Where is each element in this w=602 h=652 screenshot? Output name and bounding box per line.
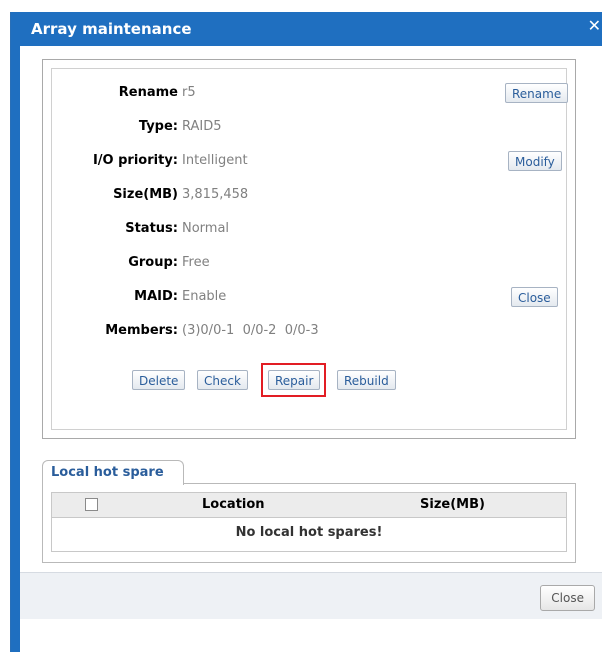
status-value: Normal — [182, 221, 230, 236]
table-header: Location Size(MB) — [52, 493, 566, 518]
rename-button[interactable]: Rename — [505, 83, 569, 103]
maid-label: MAID: — [134, 289, 178, 304]
maid-value: Enable — [182, 289, 227, 304]
select-all-checkbox[interactable] — [85, 498, 98, 511]
rename-value: r5 — [182, 85, 196, 100]
modify-button[interactable]: Modify — [508, 151, 562, 171]
close-x-icon[interactable]: ✕ — [588, 16, 601, 35]
rename-label: Rename — [118, 85, 178, 100]
hot-spare-table: Location Size(MB) No local hot spares! — [51, 492, 567, 552]
io-priority-value: Intelligent — [182, 153, 248, 168]
dialog-footer: Close — [20, 572, 602, 619]
dialog-titlebar: Array maintenance ✕ — [11, 12, 602, 46]
close-button[interactable]: Close — [540, 585, 595, 611]
dialog-left-border — [11, 46, 20, 652]
group-value: Free — [182, 255, 210, 270]
group-row: Group: Free — [52, 253, 566, 275]
size-value: 3,815,458 — [182, 187, 249, 202]
status-row: Status: Normal — [52, 219, 566, 241]
maid-row: MAID: Enable Close — [52, 287, 566, 309]
type-row: Type: RAID5 — [52, 117, 566, 139]
rebuild-button[interactable]: Rebuild — [337, 370, 396, 390]
type-value: RAID5 — [182, 119, 222, 134]
array-info-inner: Rename r5 Rename Type: RAID5 I/O priorit… — [51, 68, 569, 430]
array-info-panel: Rename r5 Rename Type: RAID5 I/O priorit… — [42, 59, 576, 439]
size-label: Size(MB) — [113, 187, 178, 202]
dialog-title: Array maintenance — [31, 20, 192, 38]
array-maintenance-dialog: Array maintenance ✕ Rename r5 Rename Typ… — [10, 12, 602, 652]
column-size: Size(MB) — [420, 497, 485, 512]
io-priority-label: I/O priority: — [92, 153, 178, 168]
group-label: Group: — [128, 255, 178, 270]
delete-button[interactable]: Delete — [132, 370, 186, 390]
column-location: Location — [202, 497, 265, 512]
members-label: Members: — [105, 323, 178, 338]
check-button[interactable]: Check — [197, 370, 248, 390]
io-priority-row: I/O priority: Intelligent Modify — [52, 151, 566, 173]
status-label: Status: — [125, 221, 178, 236]
repair-button[interactable]: Repair — [268, 370, 321, 390]
type-label: Type: — [138, 119, 178, 134]
hot-spare-panel: Location Size(MB) No local hot spares! — [42, 483, 576, 563]
rename-row: Rename r5 Rename — [52, 83, 569, 105]
members-value: (3)0/0-1 0/0-2 0/0-3 — [182, 323, 319, 338]
size-row: Size(MB) 3,815,458 — [52, 185, 566, 207]
empty-message: No local hot spares! — [235, 525, 383, 540]
dialog-content: Rename r5 Rename Type: RAID5 I/O priorit… — [20, 46, 602, 652]
tab-local-hot-spare[interactable]: Local hot spare — [42, 460, 184, 485]
tab-local-hot-spare-label: Local hot spare — [51, 465, 164, 480]
members-row: Members: (3)0/0-1 0/0-2 0/0-3 — [52, 321, 566, 343]
close-maid-button[interactable]: Close — [511, 287, 558, 307]
